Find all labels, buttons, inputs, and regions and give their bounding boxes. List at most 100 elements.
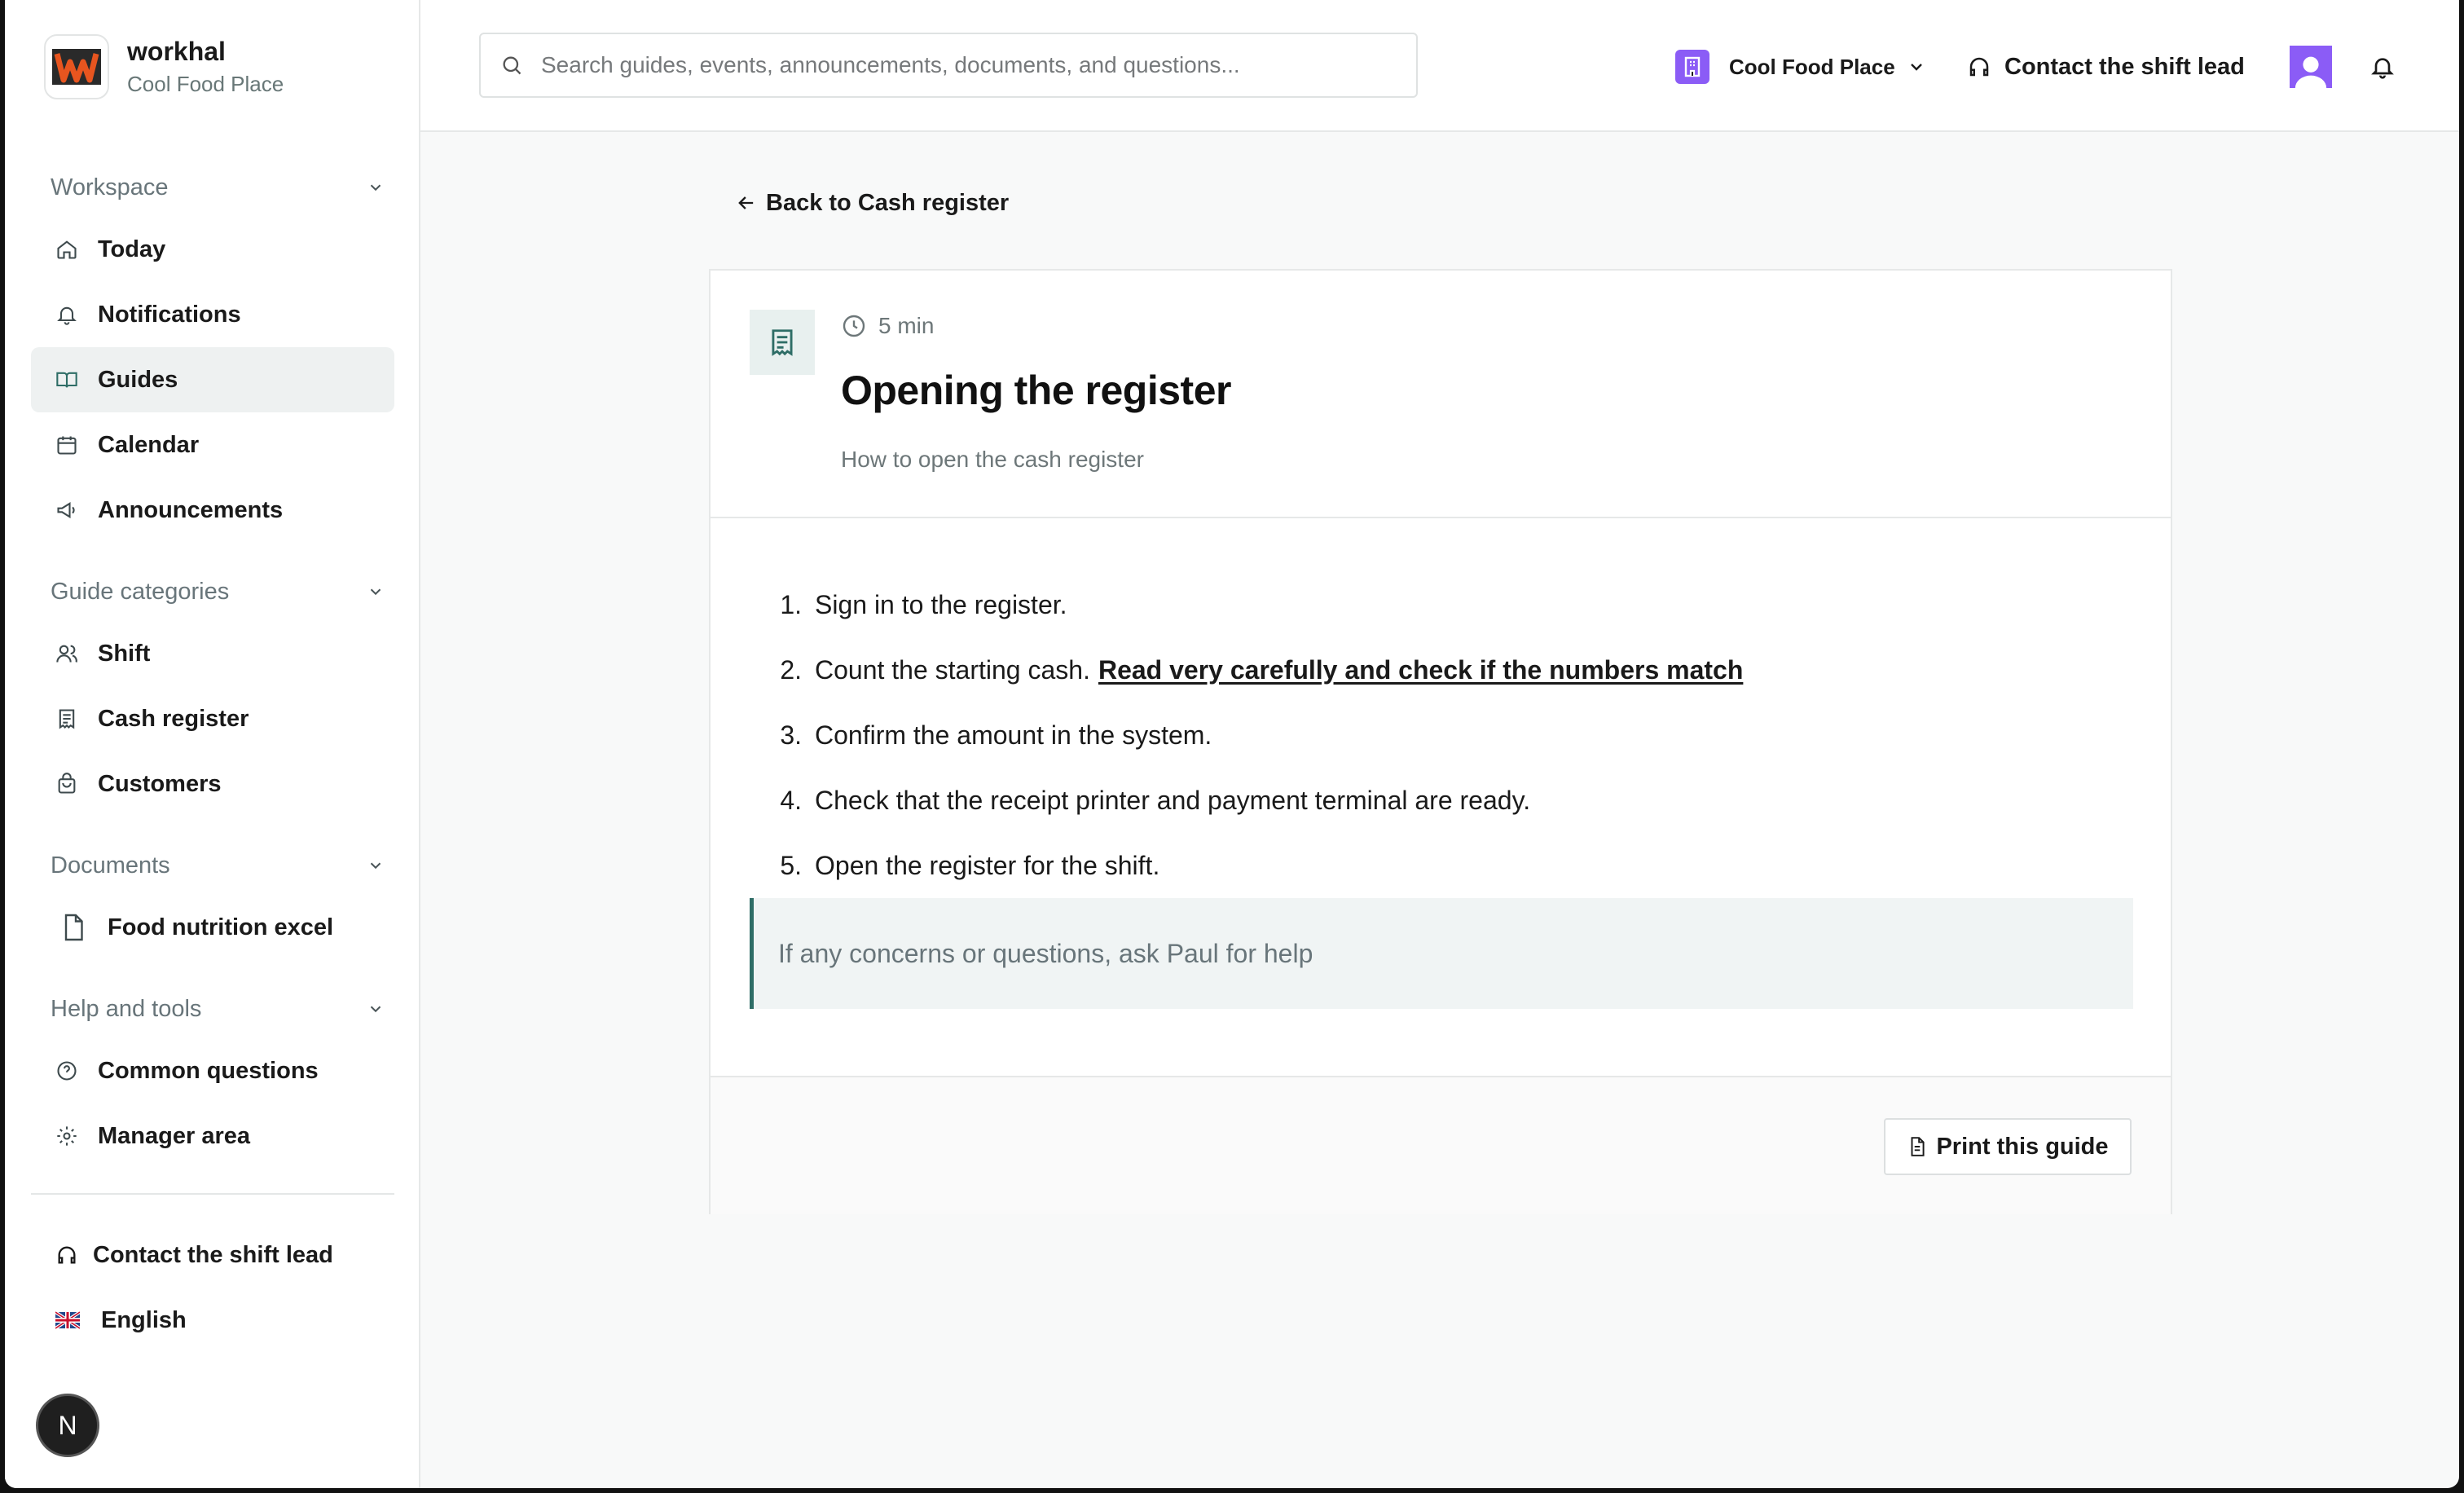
guide-steps: 1. Sign in to the register. 2. Count the… <box>759 572 2128 898</box>
section-title: Help and tools <box>51 995 202 1022</box>
section-documents[interactable]: Documents <box>51 849 385 882</box>
header-contact-shift-lead[interactable]: Contact the shift lead <box>1967 49 2245 85</box>
guide-header: 5 min Opening the register How to open t… <box>711 271 2171 518</box>
guide-footer: Print this guide <box>711 1076 2171 1214</box>
sidebar-divider <box>31 1193 394 1195</box>
section-guide-categories[interactable]: Guide categories <box>51 575 385 608</box>
top-header: Cool Food Place Contact the shift lead <box>420 0 2459 132</box>
guide-duration: 5 min <box>841 313 934 339</box>
app-window: workhal Cool Food Place Workspace Today … <box>5 0 2459 1488</box>
step-text: Sign in to the register. <box>815 589 1067 619</box>
sidebar-item-label: Cash register <box>98 705 249 732</box>
uk-flag-icon <box>55 1311 80 1329</box>
bell-icon[interactable] <box>2369 54 2396 80</box>
location-name: Cool Food Place <box>1729 54 1895 79</box>
step-number: 3. <box>780 720 802 750</box>
guide-title: Opening the register <box>841 368 1231 413</box>
language-selector[interactable]: English <box>31 1288 394 1353</box>
book-icon <box>56 372 77 388</box>
shopping-bag-icon <box>58 773 76 794</box>
receipt-icon <box>750 310 815 375</box>
file-icon <box>64 914 83 941</box>
sidebar-item-cash-register[interactable]: Cash register <box>31 686 394 751</box>
contact-label: Contact the shift lead <box>2004 53 2245 80</box>
workhal-logo <box>44 34 109 99</box>
guide-card: 5 min Opening the register How to open t… <box>709 269 2172 1214</box>
sidebar-item-today[interactable]: Today <box>31 217 394 282</box>
step-text: Count the starting cash. <box>815 654 1090 685</box>
gear-icon <box>57 1126 77 1146</box>
sidebar-item-guides[interactable]: Guides <box>31 347 394 412</box>
brand[interactable]: workhal Cool Food Place <box>44 33 284 101</box>
sidebar-item-calendar[interactable]: Calendar <box>31 412 394 478</box>
chevron-down-icon <box>370 588 381 596</box>
section-workspace[interactable]: Workspace <box>51 171 385 204</box>
print-label: Print this guide <box>1936 1133 2109 1160</box>
section-title: Documents <box>51 852 170 879</box>
step-item: 5. Open the register for the shift. <box>759 833 2128 898</box>
section-title: Workspace <box>51 174 169 200</box>
chevron-down-icon <box>370 862 381 870</box>
section-title: Guide categories <box>51 578 230 605</box>
step-number: 2. <box>780 654 802 685</box>
user-avatar[interactable] <box>2290 46 2332 88</box>
step-emphasis: Read very carefully and check if the num… <box>1098 654 1744 685</box>
sidebar-item-announcements[interactable]: Announcements <box>31 478 394 543</box>
sidebar-item-shift[interactable]: Shift <box>31 621 394 686</box>
chevron-down-icon <box>370 1006 381 1013</box>
chevron-down-icon <box>370 184 381 192</box>
sidebar-item-notifications[interactable]: Notifications <box>31 282 394 347</box>
step-text: Confirm the amount in the system. <box>815 720 1212 750</box>
receipt-icon <box>59 709 75 729</box>
sidebar-item-customers[interactable]: Customers <box>31 751 394 817</box>
print-guide-button[interactable]: Print this guide <box>1884 1118 2132 1175</box>
bell-icon <box>57 306 77 325</box>
sidebar-item-manager-area[interactable]: Manager area <box>31 1103 394 1169</box>
sidebar-item-label: Food nutrition excel <box>108 914 334 940</box>
chevron-down-icon <box>1910 64 1922 71</box>
search-input[interactable] <box>541 52 1405 78</box>
sidebar-item-label: Common questions <box>98 1057 319 1084</box>
back-label: Back to Cash register <box>766 189 1010 216</box>
step-item: 3. Confirm the amount in the system. <box>759 702 2128 768</box>
home-icon <box>57 240 77 259</box>
step-text: Open the register for the shift. <box>815 850 1160 880</box>
headphones-icon <box>58 1246 76 1264</box>
sidebar: workhal Cool Food Place Workspace Today … <box>5 0 420 1488</box>
sidebar-item-label: Manager area <box>98 1122 250 1149</box>
sidebar-item-label: Shift <box>98 640 151 667</box>
sidebar-item-label: Calendar <box>98 431 200 458</box>
step-text: Check that the receipt printer and payme… <box>815 785 1531 815</box>
brand-workspace: Cool Food Place <box>127 72 284 96</box>
headphones-icon <box>1969 57 1989 77</box>
sidebar-item-food-nutrition-excel[interactable]: Food nutrition excel <box>31 895 394 960</box>
guide-note: If any concerns or questions, ask Paul f… <box>750 898 2133 1009</box>
dev-tools-badge[interactable]: N <box>36 1394 99 1457</box>
sidebar-contact-shift-lead[interactable]: Contact the shift lead <box>31 1222 394 1288</box>
search-icon <box>503 56 521 75</box>
sidebar-item-label: Guides <box>98 366 178 393</box>
users-icon <box>56 645 77 663</box>
step-item: 4. Check that the receipt printer and pa… <box>759 768 2128 833</box>
step-item: 1. Sign in to the register. <box>759 572 2128 637</box>
arrow-left-icon <box>738 196 754 209</box>
sidebar-item-common-questions[interactable]: Common questions <box>31 1038 394 1103</box>
sidebar-item-label: Customers <box>98 770 222 797</box>
location-switcher[interactable]: Cool Food Place <box>1675 49 1926 85</box>
document-icon <box>1911 1137 1925 1156</box>
sidebar-item-label: Announcements <box>98 496 284 523</box>
sidebar-item-label: Notifications <box>98 301 241 328</box>
guide-subtitle: How to open the cash register <box>841 447 1144 472</box>
search-bar[interactable] <box>479 33 1418 98</box>
section-help-and-tools[interactable]: Help and tools <box>51 993 385 1025</box>
user-icon <box>2295 56 2327 88</box>
help-circle-icon <box>57 1061 77 1081</box>
contact-label: Contact the shift lead <box>93 1241 333 1268</box>
step-number: 1. <box>780 589 802 619</box>
megaphone-icon <box>57 501 75 519</box>
step-item: 2. Count the starting cash. Read very ca… <box>759 637 2128 702</box>
language-label: English <box>101 1306 187 1333</box>
sidebar-item-label: Today <box>98 236 166 262</box>
calendar-icon <box>57 436 77 455</box>
back-link[interactable]: Back to Cash register <box>735 186 1009 220</box>
